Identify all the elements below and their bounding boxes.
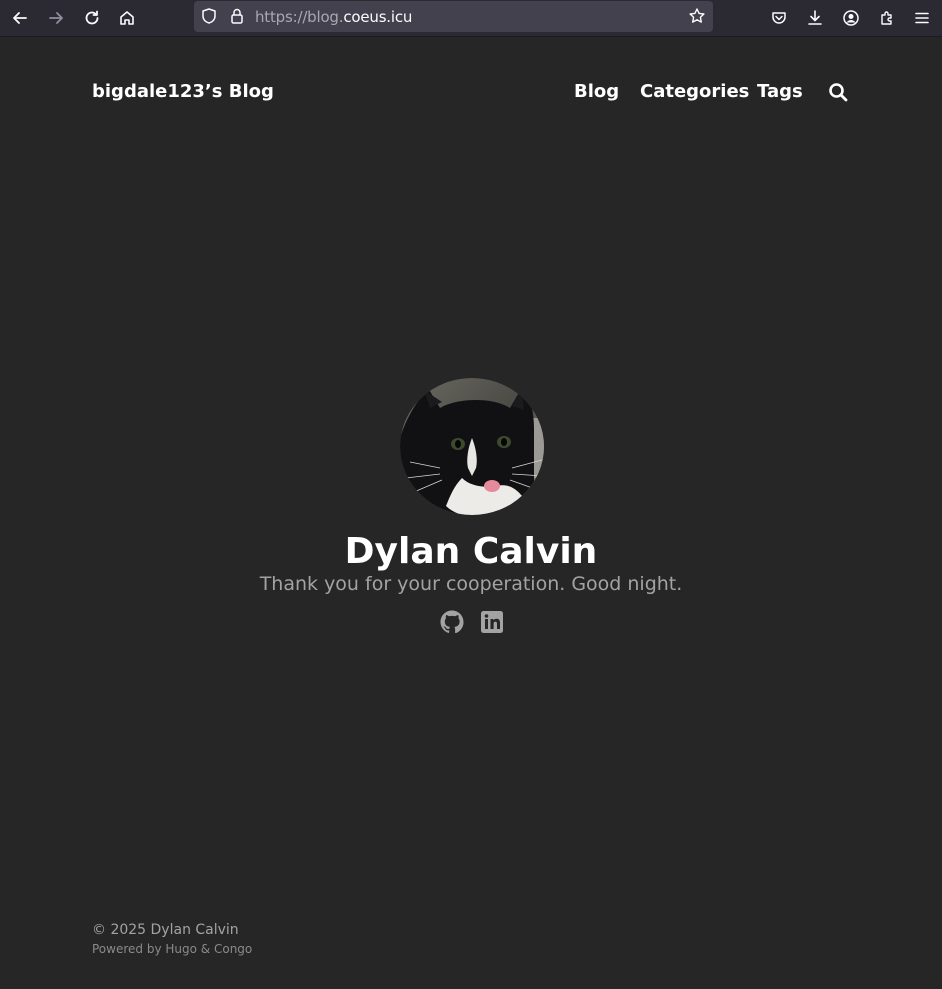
- search-button[interactable]: [828, 82, 848, 102]
- cat-photo: [400, 378, 544, 515]
- home-icon: [120, 11, 134, 25]
- linkedin-icon: [481, 611, 503, 633]
- reload-button[interactable]: [78, 4, 106, 32]
- footer-powered-by: Powered by Hugo & Congo: [92, 942, 252, 956]
- linkedin-link[interactable]: [480, 610, 504, 634]
- github-link[interactable]: [440, 610, 464, 634]
- back-icon: [13, 12, 27, 24]
- downloads-button[interactable]: [801, 4, 829, 32]
- nav-tags[interactable]: Tags: [757, 81, 803, 102]
- extensions-icon: [881, 11, 892, 25]
- menu-button[interactable]: [908, 4, 936, 32]
- back-button[interactable]: [6, 4, 34, 32]
- account-icon: [843, 10, 859, 26]
- url-text[interactable]: https://blog.coeus.icu: [255, 8, 412, 26]
- browser-toolbar: https://blog.coeus.icu: [0, 0, 942, 37]
- shield-icon[interactable]: [200, 7, 218, 25]
- reload-icon: [85, 10, 99, 25]
- powered-prefix: Powered by: [92, 942, 166, 956]
- extensions-button[interactable]: [873, 4, 901, 32]
- github-icon: [440, 610, 464, 634]
- forward-icon: [49, 12, 63, 24]
- menu-icon: [915, 12, 929, 24]
- powered-amp: &: [196, 942, 214, 956]
- bookmark-star-icon[interactable]: [688, 7, 706, 25]
- avatar: [400, 378, 544, 515]
- url-domain: coeus.icu: [343, 8, 413, 26]
- nav-blog[interactable]: Blog: [574, 81, 619, 102]
- download-icon: [808, 10, 822, 25]
- forward-button[interactable]: [42, 4, 70, 32]
- site-title-link[interactable]: bigdale123’s Blog: [92, 81, 274, 102]
- url-bar[interactable]: https://blog.coeus.icu: [194, 1, 713, 32]
- pocket-button[interactable]: [765, 4, 793, 32]
- congo-link[interactable]: Congo: [214, 942, 252, 956]
- footer-copyright: © 2025 Dylan Calvin: [92, 922, 239, 938]
- lock-icon[interactable]: [228, 7, 246, 25]
- search-icon: [829, 83, 848, 102]
- account-button[interactable]: [837, 4, 865, 32]
- url-prefix: https://blog.: [255, 8, 344, 26]
- pocket-icon: [772, 12, 786, 24]
- home-button[interactable]: [113, 4, 141, 32]
- author-name: Dylan Calvin: [344, 531, 598, 572]
- nav-categories[interactable]: Categories: [640, 81, 749, 102]
- author-tagline: Thank you for your cooperation. Good nig…: [259, 573, 683, 595]
- hugo-link[interactable]: Hugo: [165, 942, 197, 956]
